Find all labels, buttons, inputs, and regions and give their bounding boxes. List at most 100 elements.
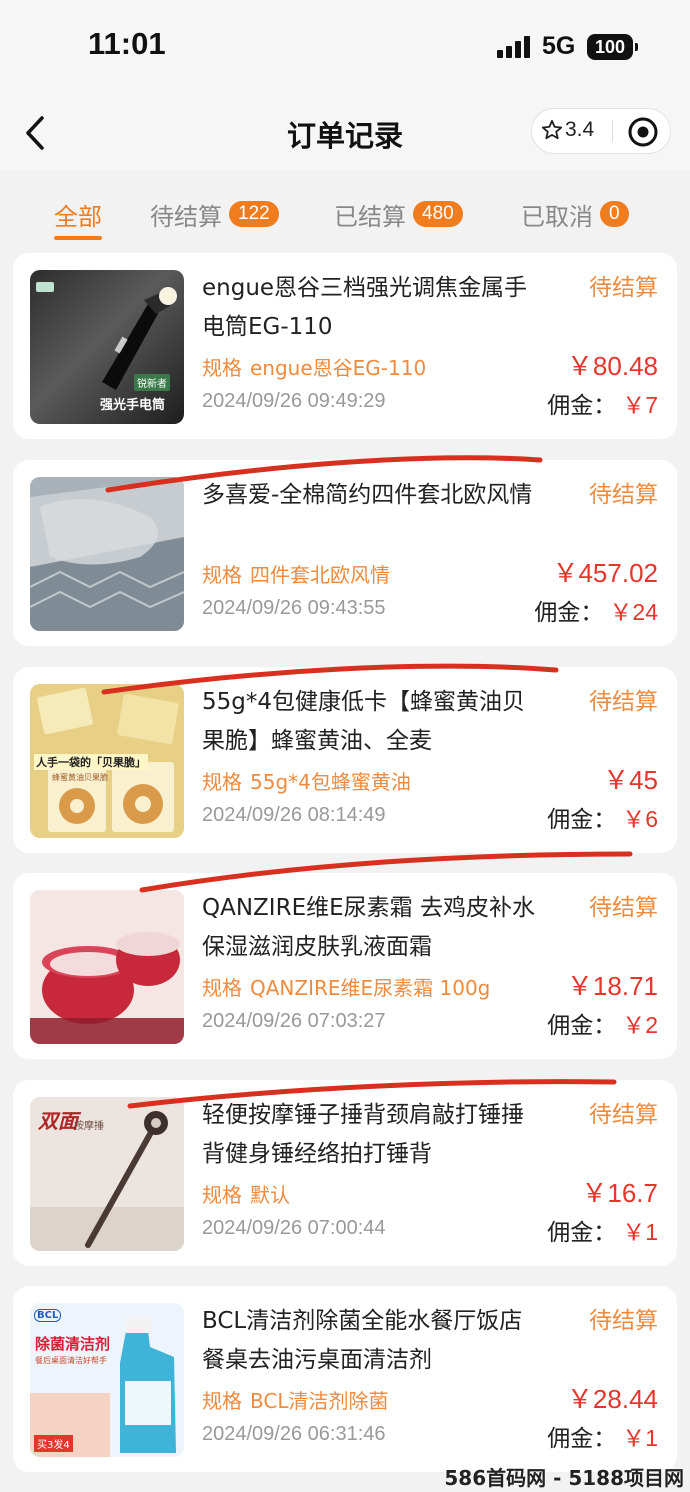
tab-cancelled[interactable]: 已取消 0	[521, 194, 629, 234]
product-spec: 规格 BCL清洁剂除菌	[202, 1385, 522, 1414]
thumbnail-caption: 强光手电筒	[100, 398, 166, 413]
product-title: BCL清洁剂除菌全能水餐厅饭店餐桌去油污桌面清洁剂	[202, 1308, 523, 1373]
signal-icon	[497, 36, 533, 58]
order-card[interactable]: QANZIRE维E尿素霜 去鸡皮补水保湿滋润皮肤乳液面霜 待结算 规格 QANZI…	[13, 873, 677, 1059]
order-status: 待结算	[589, 1308, 658, 1334]
order-price: ￥28.44	[566, 1384, 658, 1414]
order-status: 待结算	[589, 275, 658, 301]
order-price: ￥16.7	[581, 1178, 658, 1208]
commission-label: 佣金：	[547, 393, 617, 419]
tab-badge: 122	[229, 201, 279, 227]
product-thumbnail: 双面 按摩捶	[30, 1097, 184, 1251]
order-tabs: 全部 待结算 122 已结算 480 已取消 0	[0, 170, 690, 242]
watermark: 586首码网 - 5188项目网	[444, 1466, 684, 1490]
product-spec: 规格 engue恩谷EG-110	[202, 352, 522, 381]
spec-label: 规格	[202, 770, 242, 794]
network-type: 5G	[542, 32, 576, 60]
commission-label: 佣金：	[534, 600, 604, 626]
order-price: ￥80.48	[566, 351, 658, 381]
thumbnail-caption: 除菌清洁剂	[35, 1335, 111, 1353]
thumbnail-promo: 买3发4	[34, 1435, 73, 1452]
tab-settled[interactable]: 已结算 480	[334, 194, 463, 234]
commission: 佣金： ￥2	[547, 1006, 658, 1040]
tab-label: 全部	[54, 202, 102, 231]
order-card[interactable]: BCL 除菌清洁剂 餐后桌面清洁好帮手 买3发4 BCL清洁剂除菌全能水餐厅饭店…	[13, 1286, 677, 1472]
commission: 佣金： ￥6	[547, 800, 658, 834]
spec-value: QANZIRE维E尿素霜 100g	[250, 976, 491, 1000]
order-price: ￥457.02	[552, 558, 658, 588]
order-status: 待结算	[589, 895, 658, 921]
order-time: 2024/09/26 09:49:29	[202, 390, 386, 412]
status-time: 11:01	[88, 26, 166, 61]
product-thumbnail: 锐新者 强光手电筒	[30, 270, 184, 424]
product-title: engue恩谷三档强光调焦金属手电筒EG-110	[202, 275, 528, 340]
nav-bar: 订单记录 3.4	[0, 95, 690, 170]
mini-program-capsule: 3.4	[531, 108, 671, 154]
commission-value: ￥7	[622, 392, 658, 418]
product-spec: 规格 QANZIRE维E尿素霜 100g	[202, 972, 522, 1001]
commission-label: 佣金：	[547, 807, 617, 833]
rating-value: 3.4	[565, 118, 595, 141]
thumbnail-caption: 人手一袋的「贝果脆」	[34, 754, 148, 770]
spec-value: 默认	[250, 1183, 290, 1207]
product-title: 55g*4包健康低卡【蜂蜜黄油贝果脆】蜂蜜黄油、全麦	[202, 689, 525, 754]
thumbnail-subtitle: 蜂蜜黄油贝果脆	[52, 773, 108, 782]
battery-icon: 100	[587, 34, 638, 60]
spec-label: 规格	[202, 1183, 242, 1207]
thumbnail-caption: 双面	[38, 1109, 78, 1133]
product-spec: 规格 默认	[202, 1179, 522, 1208]
order-status: 待结算	[589, 482, 658, 508]
product-thumbnail: BCL 除菌清洁剂 餐后桌面清洁好帮手 买3发4	[30, 1303, 184, 1457]
capsule-divider	[612, 120, 613, 142]
product-title: 轻便按摩锤子捶背颈肩敲打锤捶背健身锤经络拍打锤背	[202, 1102, 524, 1167]
product-thumbnail	[30, 477, 184, 631]
commission: 佣金： ￥7	[547, 386, 658, 420]
commission-value: ￥2	[622, 1012, 658, 1038]
commission-label: 佣金：	[547, 1220, 617, 1246]
order-card[interactable]: 人手一袋的「贝果脆」 蜂蜜黄油贝果脆 55g*4包健康低卡【蜂蜜黄油贝果脆】蜂蜜…	[13, 667, 677, 853]
spec-label: 规格	[202, 563, 242, 587]
spec-label: 规格	[202, 976, 242, 1000]
thumbnail-tag: 锐新者	[134, 374, 170, 391]
order-card[interactable]: 多喜爱-全棉简约四件套北欧风情 待结算 规格 四件套北欧风情 ￥457.02 20…	[13, 460, 677, 646]
order-card[interactable]: 锐新者 强光手电筒 engue恩谷三档强光调焦金属手电筒EG-110 待结算 规…	[13, 253, 677, 439]
commission-label: 佣金：	[547, 1426, 617, 1452]
commission: 佣金： ￥24	[534, 593, 658, 627]
star-icon	[541, 119, 563, 140]
tab-label: 已结算	[334, 202, 406, 231]
spec-value: BCL清洁剂除菌	[250, 1389, 389, 1413]
commission: 佣金： ￥1	[547, 1213, 658, 1247]
spec-value: 55g*4包蜂蜜黄油	[250, 770, 411, 794]
thumbnail-subtitle: 餐后桌面清洁好帮手	[35, 1356, 107, 1365]
thumbnail-subtitle: 按摩捶	[74, 1121, 104, 1132]
tab-badge: 0	[600, 201, 629, 227]
order-status: 待结算	[589, 689, 658, 715]
commission-value: ￥6	[622, 806, 658, 832]
spec-label: 规格	[202, 356, 242, 380]
product-thumbnail: 人手一袋的「贝果脆」 蜂蜜黄油贝果脆	[30, 684, 184, 838]
order-card[interactable]: 双面 按摩捶 轻便按摩锤子捶背颈肩敲打锤捶背健身锤经络拍打锤背 待结算 规格 默认…	[13, 1080, 677, 1266]
target-icon[interactable]	[627, 116, 659, 148]
commission-label: 佣金：	[547, 1013, 617, 1039]
tab-all[interactable]: 全部	[54, 194, 102, 240]
order-time: 2024/09/26 06:31:46	[202, 1423, 386, 1445]
tab-pending[interactable]: 待结算 122	[150, 194, 279, 234]
status-bar: 11:01 5G 100	[0, 0, 690, 95]
spec-value: engue恩谷EG-110	[250, 356, 427, 380]
order-time: 2024/09/26 07:00:44	[202, 1217, 386, 1239]
order-time: 2024/09/26 09:43:55	[202, 597, 386, 619]
commission-value: ￥1	[622, 1219, 658, 1245]
order-time: 2024/09/26 07:03:27	[202, 1010, 386, 1032]
commission-value: ￥24	[609, 599, 658, 625]
tab-badge: 480	[413, 201, 463, 227]
tab-underline	[54, 236, 102, 240]
product-title: QANZIRE维E尿素霜 去鸡皮补水保湿滋润皮肤乳液面霜	[202, 895, 535, 960]
commission-value: ￥1	[622, 1425, 658, 1451]
rating-button[interactable]: 3.4	[532, 109, 608, 153]
spec-value: 四件套北欧风情	[250, 563, 390, 587]
tab-label: 待结算	[150, 202, 222, 231]
order-time: 2024/09/26 08:14:49	[202, 804, 386, 826]
spec-label: 规格	[202, 1389, 242, 1413]
order-price: ￥45	[603, 765, 658, 795]
product-spec: 规格 四件套北欧风情	[202, 559, 522, 588]
